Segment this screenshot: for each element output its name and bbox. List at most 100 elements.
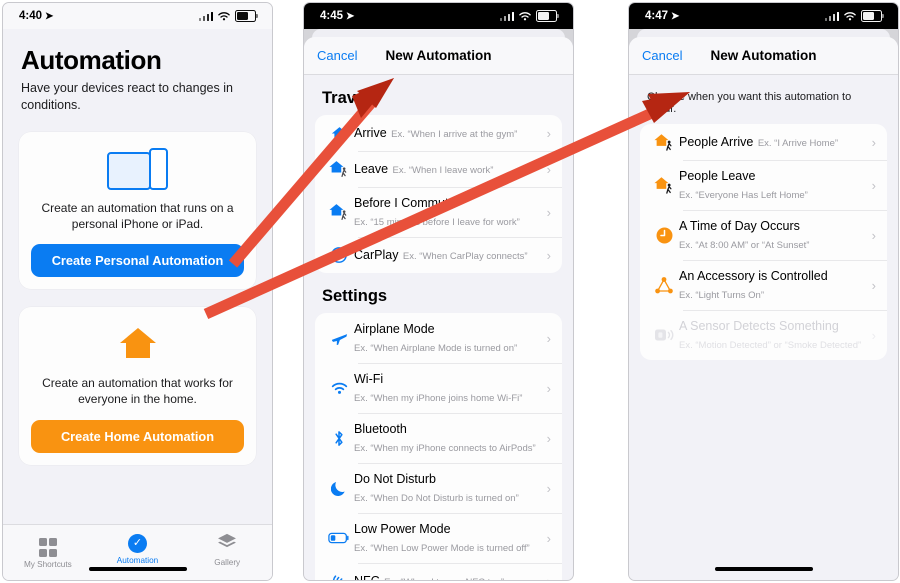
row-title: Bluetooth	[354, 422, 407, 436]
row-example: Ex. “When I arrive at the gym”	[391, 129, 518, 140]
row-title: CarPlay	[354, 248, 399, 262]
battery-icon	[861, 10, 884, 22]
trigger-row-people-arrive[interactable]: People Arrive Ex. “I Arrive Home” ›	[640, 124, 887, 160]
home-indicator	[714, 566, 813, 571]
modal-sheet-wrapper: Cancel New Automation Travel Arrive Ex. …	[304, 29, 573, 580]
trigger-row-nfc[interactable]: NFC Ex. “When I tap an NFC tag” ›	[315, 563, 562, 580]
section-heading-travel: Travel	[322, 89, 370, 107]
accessory-node-orange-icon	[649, 276, 679, 295]
trigger-row-time-of-day[interactable]: A Time of Day Occurs Ex. “At 8:00 AM” or…	[640, 210, 887, 260]
row-example: Ex. “When I tap an NFC tag”	[384, 577, 504, 580]
house-orange-glyph	[119, 328, 156, 359]
row-example: Ex. “When Do Not Disturb is turned on”	[354, 493, 519, 504]
row-text: Low Power Mode Ex. “When Low Power Mode …	[354, 520, 541, 556]
status-left: 4:40 ➤	[19, 10, 53, 22]
row-title: Arrive	[354, 126, 387, 140]
automation-empty-screen: Automation Have your devices react to ch…	[3, 29, 272, 580]
status-time: 4:40	[19, 10, 43, 22]
trigger-row-arrive[interactable]: Arrive Ex. “When I arrive at the gym” ›	[315, 115, 562, 151]
row-example: Ex. “I Arrive Home”	[757, 138, 839, 149]
row-title: Do Not Disturb	[354, 472, 436, 486]
tab-bar: My Shortcuts ✓ Automation Gallery	[3, 524, 272, 580]
tab-automation[interactable]: ✓ Automation	[93, 533, 183, 565]
chevron-right-icon: ›	[871, 177, 876, 193]
settings-trigger-list: Airplane Mode Ex. “When Airplane Mode is…	[315, 313, 562, 580]
new-automation-sheet: Cancel New Automation Travel Arrive Ex. …	[304, 37, 573, 580]
row-title: Low Power Mode	[354, 522, 451, 536]
tab-gallery[interactable]: Gallery	[182, 533, 272, 567]
trigger-row-carplay[interactable]: CarPlay Ex. “When CarPlay connects” ›	[315, 237, 562, 273]
trigger-row-leave[interactable]: Leave Ex. “When I leave work” ›	[315, 151, 562, 187]
trigger-row-people-leave[interactable]: People Leave Ex. “Everyone Has Left Home…	[640, 160, 887, 210]
page-title: Automation	[21, 45, 162, 75]
row-title: Wi-Fi	[354, 372, 384, 386]
create-home-automation-button[interactable]: Create Home Automation	[31, 419, 244, 453]
trigger-row-accessory-controlled[interactable]: An Accessory is Controlled Ex. “Light Tu…	[640, 260, 887, 310]
row-text: Airplane Mode Ex. “When Airplane Mode is…	[354, 320, 541, 356]
row-text: People Arrive Ex. “I Arrive Home”	[679, 133, 866, 151]
chevron-right-icon: ›	[546, 330, 551, 346]
wifi-icon	[844, 11, 856, 20]
sheet-navbar: Cancel New Automation	[629, 37, 898, 75]
wifi-icon	[324, 381, 354, 396]
layers-stack-icon	[218, 533, 237, 548]
nfc-waves-icon	[324, 572, 354, 580]
page-header: Automation Have your devices react to ch…	[3, 29, 272, 114]
sheet-navbar: Cancel New Automation	[304, 37, 573, 75]
cancel-button[interactable]: Cancel	[642, 48, 682, 63]
home-trigger-list: People Arrive Ex. “I Arrive Home” › Peop…	[640, 124, 887, 360]
status-bar: 4:45 ➤	[304, 3, 573, 29]
row-text: Leave Ex. “When I leave work”	[354, 160, 541, 178]
battery-icon	[536, 10, 559, 22]
chevron-right-icon: ›	[546, 480, 551, 496]
trigger-row-wifi[interactable]: Wi-Fi Ex. “When my iPhone joins home Wi-…	[315, 363, 562, 413]
row-title: Airplane Mode	[354, 322, 435, 336]
section-heading-settings: Settings	[322, 287, 388, 305]
location-arrow-icon: ➤	[346, 10, 355, 22]
location-arrow-icon: ➤	[671, 10, 680, 22]
phone-screenshot-new-automation-triggers: 4:45 ➤ Cancel New Automation Travel Arri…	[303, 2, 574, 581]
create-personal-automation-button[interactable]: Create Personal Automation	[31, 244, 244, 278]
modal-sheet-wrapper: Cancel New Automation Choose when you wa…	[629, 29, 898, 580]
phone-screenshot-home-automation-triggers: 4:47 ➤ Cancel New Automation Choose when…	[628, 2, 899, 581]
sheet-scroll-body[interactable]: Travel Arrive Ex. “When I arrive at the …	[304, 75, 573, 580]
chevron-right-icon: ›	[871, 327, 876, 343]
row-text: An Accessory is Controlled Ex. “Light Tu…	[679, 267, 866, 303]
cancel-button[interactable]: Cancel	[317, 48, 357, 63]
trigger-row-before-i-commute[interactable]: Before I Commute Ex. “15 minutes before …	[315, 187, 562, 237]
device-notch	[386, 3, 491, 24]
ipad-shape	[107, 151, 151, 190]
moon-icon	[324, 479, 354, 497]
status-bar: 4:40 ➤	[3, 3, 272, 29]
sheet-scroll-body[interactable]: Choose when you want this automation to …	[629, 75, 898, 580]
row-example: Ex. “When Airplane Mode is turned on”	[354, 343, 518, 354]
row-example: Ex. “Light Turns On”	[679, 290, 765, 301]
row-text: Bluetooth Ex. “When my iPhone connects t…	[354, 420, 541, 456]
iphone-shape	[149, 147, 168, 190]
row-text: A Sensor Detects Something Ex. “Motion D…	[679, 317, 866, 353]
trigger-row-do-not-disturb[interactable]: Do Not Disturb Ex. “When Do Not Disturb …	[315, 463, 562, 513]
row-example: Ex. “When I leave work”	[392, 165, 494, 176]
carplay-blue-icon	[324, 246, 354, 264]
trigger-row-airplane-mode[interactable]: Airplane Mode Ex. “When Airplane Mode is…	[315, 313, 562, 363]
battery-icon	[235, 10, 258, 22]
row-text: Before I Commute Ex. “15 minutes before …	[354, 194, 541, 230]
chevron-right-icon: ›	[546, 530, 551, 546]
trigger-row-low-power-mode[interactable]: Low Power Mode Ex. “When Low Power Mode …	[315, 513, 562, 563]
tab-my-shortcuts[interactable]: My Shortcuts	[3, 533, 93, 569]
house-walker-orange-icon	[649, 133, 679, 152]
cellular-bars-icon	[198, 11, 213, 21]
sensor-gray-icon	[649, 327, 679, 343]
row-title: Before I Commute	[354, 196, 456, 210]
status-time: 4:45	[320, 10, 344, 22]
screenshot-stage: 4:40 ➤ Automation Have your devices reac…	[0, 0, 900, 583]
travel-trigger-list: Arrive Ex. “When I arrive at the gym” ›	[315, 115, 562, 273]
trigger-row-bluetooth[interactable]: Bluetooth Ex. “When my iPhone connects t…	[315, 413, 562, 463]
location-arrow-icon: ➤	[45, 10, 54, 22]
row-example: Ex. “When my iPhone joins home Wi-Fi”	[354, 393, 523, 404]
row-example: Ex. “When Low Power Mode is turned off”	[354, 543, 530, 554]
chevron-right-icon: ›	[546, 430, 551, 446]
wifi-icon	[218, 11, 230, 20]
row-example: Ex. “When my iPhone connects to AirPods”	[354, 443, 536, 454]
row-title: A Time of Day Occurs	[679, 219, 800, 233]
